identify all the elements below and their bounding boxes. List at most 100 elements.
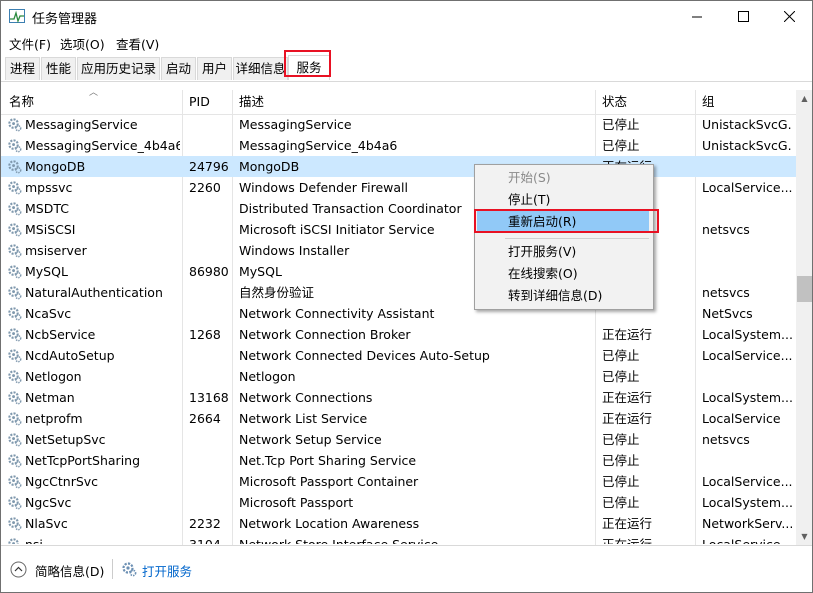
service-row[interactable]: NcdAutoSetup Network Connected Devices Au… [1, 345, 796, 366]
column-header: ︿ 名称 PID 描述 状态 组 [1, 88, 796, 115]
tab-processes[interactable]: 进程 [5, 57, 40, 80]
col-description[interactable]: 描述 [239, 90, 264, 113]
service-group: NetworkServ... [702, 516, 792, 531]
service-row[interactable]: NaturalAuthentication 自然身份验证 netsvcs [1, 282, 796, 303]
tab-app-history[interactable]: 应用历史记录 [77, 57, 160, 80]
brief-info-link[interactable]: 简略信息(D) [35, 561, 104, 580]
service-description: Network Connection Broker [239, 327, 411, 342]
service-group: LocalService... [702, 534, 792, 544]
window-title: 任务管理器 [32, 12, 98, 27]
service-row[interactable]: MSiSCSI Microsoft iSCSI Initiator Service… [1, 219, 796, 240]
service-description: Microsoft Passport Container [239, 474, 419, 489]
service-group: LocalSystem... [702, 327, 792, 342]
service-row[interactable]: MessagingService_4b4a6 MessagingService_4… [1, 135, 796, 156]
service-row[interactable]: NgcCtnrSvc Microsoft Passport Container 已停… [1, 471, 796, 492]
service-row[interactable]: NgcSvc Microsoft Passport 已停止 LocalSystem..… [1, 492, 796, 513]
service-group: UnistackSvcG... [702, 117, 792, 132]
service-description: Net.Tcp Port Sharing Service [239, 453, 417, 468]
service-gear-icon [8, 139, 22, 153]
service-row[interactable]: netprofm 2664 Network List Service 正在运行 Loca… [1, 408, 796, 429]
scroll-down-arrow-icon[interactable]: ▼ [796, 528, 812, 545]
service-name: msiserver [25, 243, 87, 258]
service-description: Netlogon [239, 369, 296, 384]
vertical-scrollbar[interactable]: ▲ ▼ [796, 90, 812, 545]
service-row[interactable]: msiserver Windows Installer [1, 240, 796, 261]
service-status: 正在运行 [602, 327, 653, 342]
service-gear-icon [8, 349, 22, 363]
service-gear-icon [8, 391, 22, 405]
service-status: 已停止 [602, 348, 640, 363]
scrollbar-thumb[interactable] [797, 276, 812, 302]
col-group[interactable]: 组 [702, 90, 715, 113]
service-row[interactable]: MySQL 86980 MySQL [1, 261, 796, 282]
tab-performance[interactable]: 性能 [41, 57, 76, 80]
service-name: Netman [25, 390, 75, 405]
service-gear-icon [8, 538, 19, 544]
service-group: LocalService [702, 411, 781, 426]
open-services-link[interactable]: 打开服务 [142, 561, 192, 580]
minimize-icon [692, 16, 702, 17]
service-row[interactable]: MSDTC Distributed Transaction Coordinator [1, 198, 796, 219]
collapse-chevron-icon[interactable] [10, 561, 27, 578]
service-pid: 2232 [189, 516, 221, 531]
service-description: Network Store Interface Service [239, 534, 593, 544]
service-row[interactable]: NcbService 1268 Network Connection Broker 正… [1, 324, 796, 345]
service-group: netsvcs [702, 432, 750, 447]
service-row[interactable]: NcaSvc Network Connectivity Assistant NetS… [1, 303, 796, 324]
tab-details[interactable]: 详细信息 [233, 57, 288, 80]
maximize-button[interactable] [720, 1, 766, 32]
tab-startup[interactable]: 启动 [161, 57, 196, 80]
menu-view[interactable]: 查看(V) [116, 34, 159, 53]
service-group: LocalService... [702, 474, 792, 489]
service-name: NlaSvc [25, 516, 68, 531]
service-gear-icon [8, 265, 22, 279]
service-gear-icon [8, 370, 22, 384]
service-group: NetSvcs [702, 306, 753, 321]
col-name[interactable]: 名称 [9, 90, 34, 113]
service-description: Network Connected Devices Auto-Setup [239, 348, 490, 363]
menu-options[interactable]: 选项(O) [60, 34, 105, 53]
minimize-button[interactable] [674, 1, 720, 32]
scroll-up-arrow-icon[interactable]: ▲ [796, 90, 812, 107]
service-row[interactable]: NetSetupSvc Network Setup Service 已停止 netsv… [1, 429, 796, 450]
tab-bar: 进程 性能 应用历史记录 启动 用户 详细信息 服务 [1, 54, 812, 82]
service-row[interactable]: Netman 13168 Network Connections 正在运行 LocalS… [1, 387, 796, 408]
context-item-open-services[interactable]: 打开服务(V) [477, 241, 649, 263]
service-group: UnistackSvcG... [702, 138, 792, 153]
service-name: NcbService [25, 327, 96, 342]
service-status: 正在运行 [602, 411, 653, 426]
service-row[interactable]: MongoDB24796MongoDB正在运行 [1, 156, 796, 177]
service-row[interactable]: mpssvc 2260 Windows Defender Firewall Local… [1, 177, 796, 198]
service-row[interactable]: NetTcpPortSharing Net.Tcp Port Sharing Se… [1, 450, 796, 471]
service-group: LocalSystem... [702, 495, 792, 510]
context-menu-separator [505, 238, 649, 239]
service-gear-icon [8, 223, 22, 237]
service-name: NaturalAuthentication [25, 285, 163, 300]
context-item-search-online[interactable]: 在线搜索(O) [477, 263, 649, 285]
close-button[interactable] [766, 1, 812, 32]
service-name: MSiSCSI [25, 222, 76, 237]
context-menu: 开始(S) 停止(T) 重新启动(R) 打开服务(V) 在线搜索(O) 转到详细… [474, 164, 654, 310]
service-row[interactable]: Netlogon Netlogon 已停止 [1, 366, 796, 387]
tab-users[interactable]: 用户 [197, 57, 232, 80]
service-pid: 2664 [189, 411, 221, 426]
service-name: netprofm [25, 411, 83, 426]
service-row[interactable]: nsi 3104 Network Store Interface Service 正在… [1, 534, 796, 544]
col-pid[interactable]: PID [189, 90, 210, 113]
service-name: MessagingService_4b4a6 [25, 138, 180, 153]
service-row[interactable]: NlaSvc 2232 Network Location Awareness 正在运行… [1, 513, 796, 534]
service-gear-icon [8, 181, 22, 195]
service-gear-icon [8, 118, 22, 132]
context-item-stop[interactable]: 停止(T) [477, 189, 649, 211]
context-item-start[interactable]: 开始(S) [477, 167, 649, 189]
service-group: netsvcs [702, 222, 750, 237]
service-status: 正在运行 [602, 516, 653, 531]
col-status[interactable]: 状态 [602, 90, 627, 113]
service-pid: 13168 [189, 390, 229, 405]
close-icon [783, 11, 795, 22]
service-gear-icon [8, 454, 22, 468]
service-name: NcdAutoSetup [25, 348, 115, 363]
menu-file[interactable]: 文件(F) [9, 34, 51, 53]
context-item-go-to-details[interactable]: 转到详细信息(D) [477, 285, 649, 307]
service-row[interactable]: MessagingService MessagingService 已停止 Unist… [1, 114, 796, 135]
